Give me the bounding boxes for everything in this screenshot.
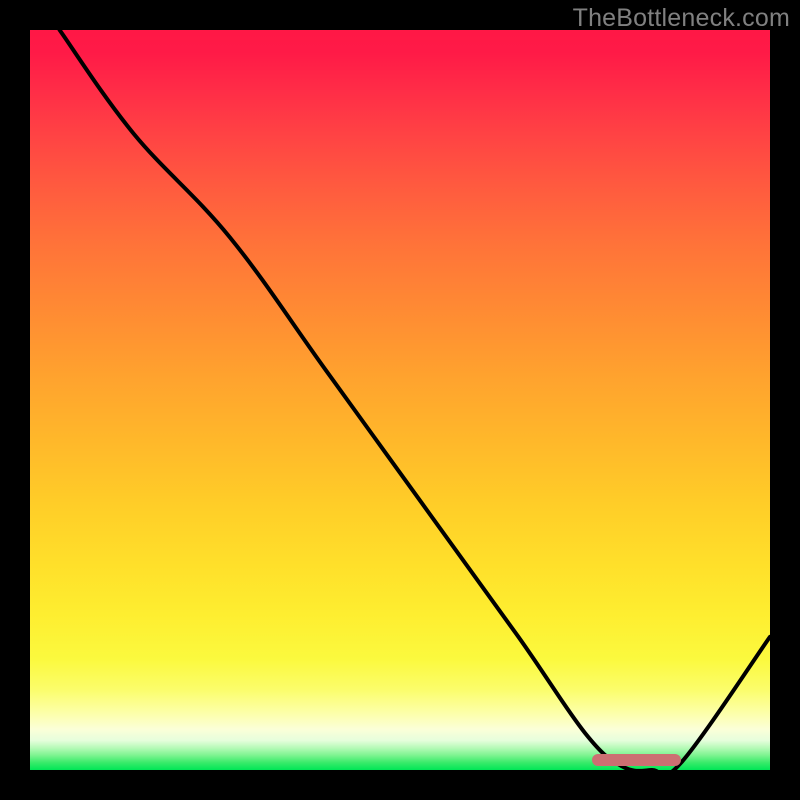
bottleneck-curve xyxy=(30,30,770,770)
plot-area xyxy=(30,30,770,770)
watermark-label: TheBottleneck.com xyxy=(573,4,790,33)
chart-container: TheBottleneck.com xyxy=(0,0,800,800)
optimal-range-marker xyxy=(592,754,681,766)
